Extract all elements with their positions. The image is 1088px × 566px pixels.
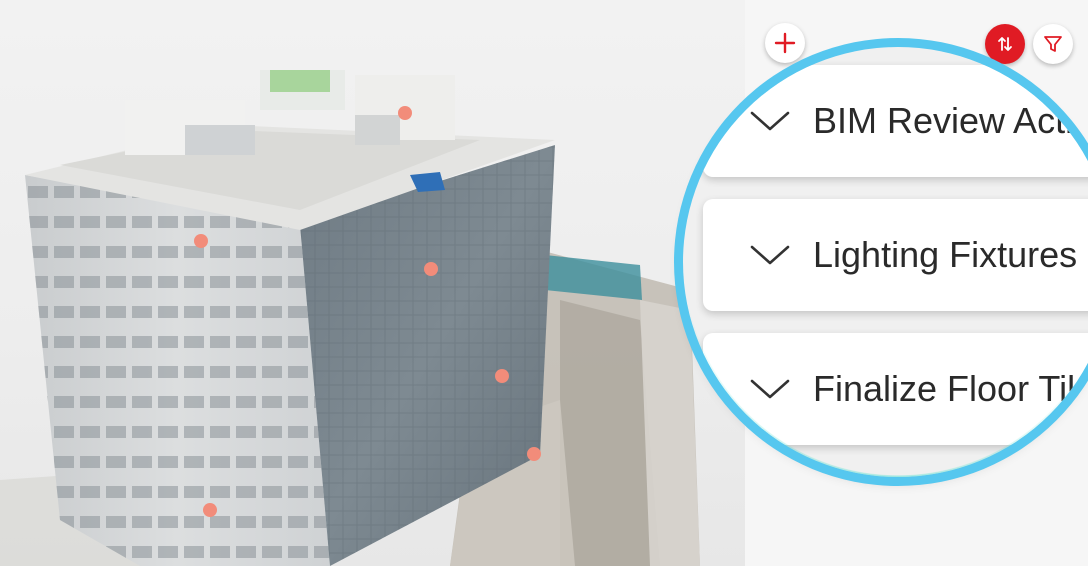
task-item-label: BIM Review Activ	[813, 100, 1088, 141]
task-item-label: Lighting Fixtures	[813, 234, 1078, 275]
task-item-label: Finalize Floor Tile	[813, 368, 1088, 409]
building-scan	[0, 70, 700, 566]
issue-marker-facade-left[interactable]	[194, 234, 208, 248]
filter-button[interactable]	[1033, 24, 1073, 64]
chevron-down-icon[interactable]	[749, 109, 791, 133]
sort-arrows-icon	[998, 37, 1012, 51]
task-item-floor-tile[interactable]: Finalize Floor Tile	[703, 333, 1088, 445]
chevron-down-icon[interactable]	[749, 243, 791, 267]
chevron-down-icon[interactable]	[749, 377, 791, 401]
sort-button[interactable]	[985, 24, 1025, 64]
magnifier-lens: BIM Review Activ Lighting Fixtures Final…	[683, 47, 1088, 477]
plus-icon	[774, 32, 796, 54]
add-task-button[interactable]	[765, 23, 805, 63]
issue-marker-facade-right-upper[interactable]	[424, 262, 438, 276]
task-item-lighting-fixtures[interactable]: Lighting Fixtures	[703, 199, 1088, 311]
funnel-icon	[1044, 36, 1062, 52]
task-item-bim-review[interactable]: BIM Review Activ	[703, 65, 1088, 177]
point-cloud-viewport[interactable]	[0, 0, 745, 566]
issue-marker-facade-right-lower[interactable]	[527, 447, 541, 461]
issue-marker-facade-left-lower[interactable]	[203, 503, 217, 517]
issue-marker-roof[interactable]	[398, 106, 412, 120]
issue-marker-facade-right-middle[interactable]	[495, 369, 509, 383]
